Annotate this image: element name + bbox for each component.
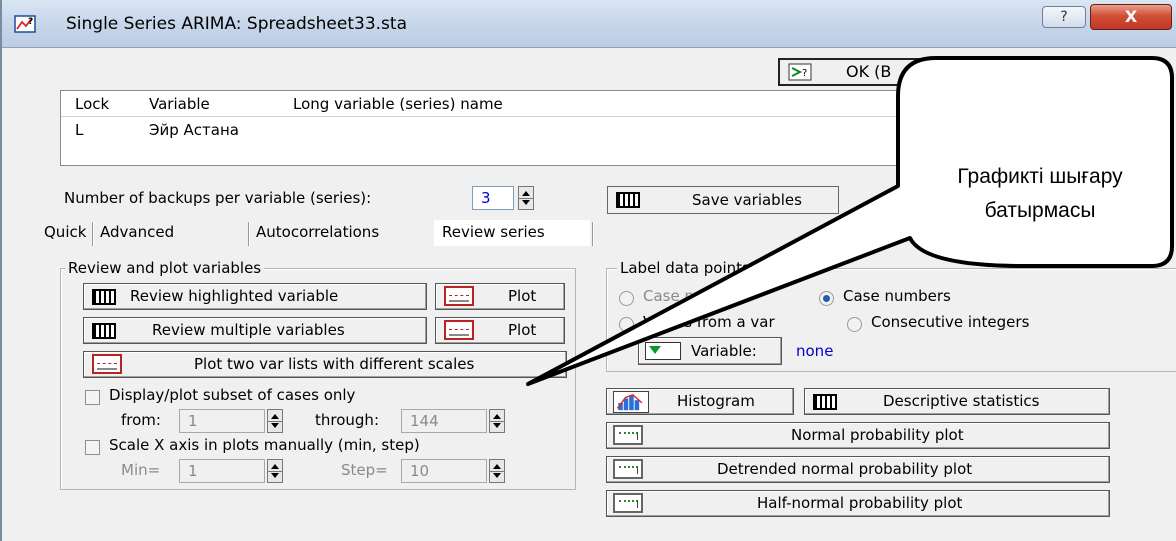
callout-text: Графикті шығару батырмасы [912,160,1168,228]
case-numbers-label: Case numbers [843,287,951,305]
plot-two-var-lists-label: Plot two var lists with different scales [194,355,475,373]
variable-table[interactable]: Lock Variable Long variable (series) nam… [60,90,1000,166]
values-from-var-label: Values from a var [643,313,775,331]
detrended-normal-plot-label: Detrended normal probability plot [717,460,973,478]
min-spinner[interactable] [267,459,283,483]
help-button[interactable]: ? [1042,6,1086,28]
step-field[interactable]: 10 [401,459,487,483]
svg-text:?: ? [802,68,807,79]
from-label: from: [121,411,161,429]
case-names-label: Case names [643,287,735,305]
review-multiple-label: Review multiple variables [152,321,345,339]
normal-probability-plot-button[interactable]: Normal probability plot [606,422,1110,449]
save-variables-button[interactable]: Save variables [607,186,839,214]
tab-divider [592,222,594,246]
display-subset-label: Display/plot subset of cases only [109,386,356,404]
consecutive-integers-radio[interactable] [847,317,862,332]
probability-plot-icon [613,425,643,445]
spreadsheet-icon [92,289,116,305]
values-from-var-radio[interactable] [619,317,634,332]
descriptive-statistics-button[interactable]: Descriptive statistics [804,388,1110,415]
tab-autocorrelations[interactable]: Autocorrelations [256,220,434,246]
backups-label: Number of backups per variable (series): [64,189,372,207]
probability-plot-icon [613,459,643,479]
variable-table-header: Lock Variable Long variable (series) nam… [61,91,999,117]
step-label: Step= [341,461,388,479]
histogram-button[interactable]: Histogram [606,388,794,415]
save-variables-label: Save variables [692,191,802,209]
probability-plot-icon [613,493,643,513]
spreadsheet-icon [813,394,837,410]
ok-button[interactable]: ? OK (B [778,58,928,86]
scale-x-label: Scale X axis in plots manually (min, ste… [109,436,420,454]
min-field[interactable]: 1 [179,459,265,483]
label-data-points-title: Label data points with [617,259,790,277]
svg-text:?: ? [28,17,33,27]
review-multiple-button[interactable]: Review multiple variables [83,317,427,344]
column-header-lock[interactable]: Lock [75,95,109,113]
plot-label-1: Plot [508,287,537,305]
variable-value: none [796,342,834,360]
half-normal-plot-button[interactable]: Half-normal probability plot [606,490,1110,517]
callout-line-2: батырмасы [984,199,1096,222]
case-numbers-radio[interactable] [819,291,834,306]
review-highlighted-label: Review highlighted variable [130,287,339,305]
spreadsheet-icon [616,192,640,208]
arima-dialog: ? Single Series ARIMA: Spreadsheet33.sta… [0,0,1176,541]
min-label: Min= [121,461,161,479]
window-title: Single Series ARIMA: Spreadsheet33.sta [66,14,407,34]
line-plot-icon [444,320,474,340]
display-subset-checkbox[interactable] [85,390,100,405]
tab-advanced[interactable]: Advanced [100,220,246,246]
review-plot-group-title: Review and plot variables [65,259,265,277]
plot-button-2[interactable]: Plot [435,317,565,344]
variable-button-label: Variable: [691,342,757,360]
through-label: through: [315,411,379,429]
histogram-label: Histogram [677,392,755,410]
backups-input[interactable]: 3 [472,186,514,210]
line-plot-icon [444,286,474,306]
tab-review-series[interactable]: Review series [434,220,590,246]
spreadsheet-icon [92,323,116,339]
backups-spinner[interactable] [518,186,534,210]
row-lock-cell: L [75,121,84,139]
ok-button-label: OK (B [846,62,892,81]
plot-button-1[interactable]: Plot [435,283,565,310]
callout-line-1: Графикті шығару [957,165,1123,188]
scale-x-checkbox[interactable] [85,440,100,455]
close-button[interactable]: X [1090,4,1172,30]
descriptive-statistics-label: Descriptive statistics [883,392,1040,410]
detrended-normal-plot-button[interactable]: Detrended normal probability plot [606,456,1110,483]
line-plot-icon [92,354,122,374]
review-plot-group: Review and plot variables Review highlig… [60,259,576,490]
plot-two-var-lists-button[interactable]: Plot two var lists with different scales [83,351,567,378]
consecutive-integers-label: Consecutive integers [871,313,1030,331]
case-names-radio[interactable] [619,291,634,306]
tab-divider [92,222,94,246]
variable-button[interactable]: Variable: [638,337,782,365]
table-row[interactable]: L Эйр Астана [61,119,999,141]
row-variable-cell: Эйр Астана [149,121,239,139]
normal-probability-plot-label: Normal probability plot [791,426,964,444]
through-field[interactable]: 144 [401,409,487,433]
title-bar[interactable]: ? Single Series ARIMA: Spreadsheet33.sta… [2,0,1176,48]
arima-app-icon: ? [14,15,36,33]
column-header-long-name[interactable]: Long variable (series) name [293,95,503,113]
step-spinner[interactable] [489,459,505,483]
histogram-icon [613,391,649,413]
from-spinner[interactable] [267,409,283,433]
column-header-variable[interactable]: Variable [149,95,210,113]
half-normal-plot-label: Half-normal probability plot [757,494,963,512]
review-highlighted-button[interactable]: Review highlighted variable [83,283,427,310]
ok-arrow-icon: ? [788,63,812,81]
variable-select-icon [645,342,681,360]
from-field[interactable]: 1 [179,409,265,433]
tab-divider [248,222,250,246]
through-spinner[interactable] [489,409,505,433]
tab-quick[interactable]: Quick [44,220,96,246]
plot-label-2: Plot [508,321,537,339]
